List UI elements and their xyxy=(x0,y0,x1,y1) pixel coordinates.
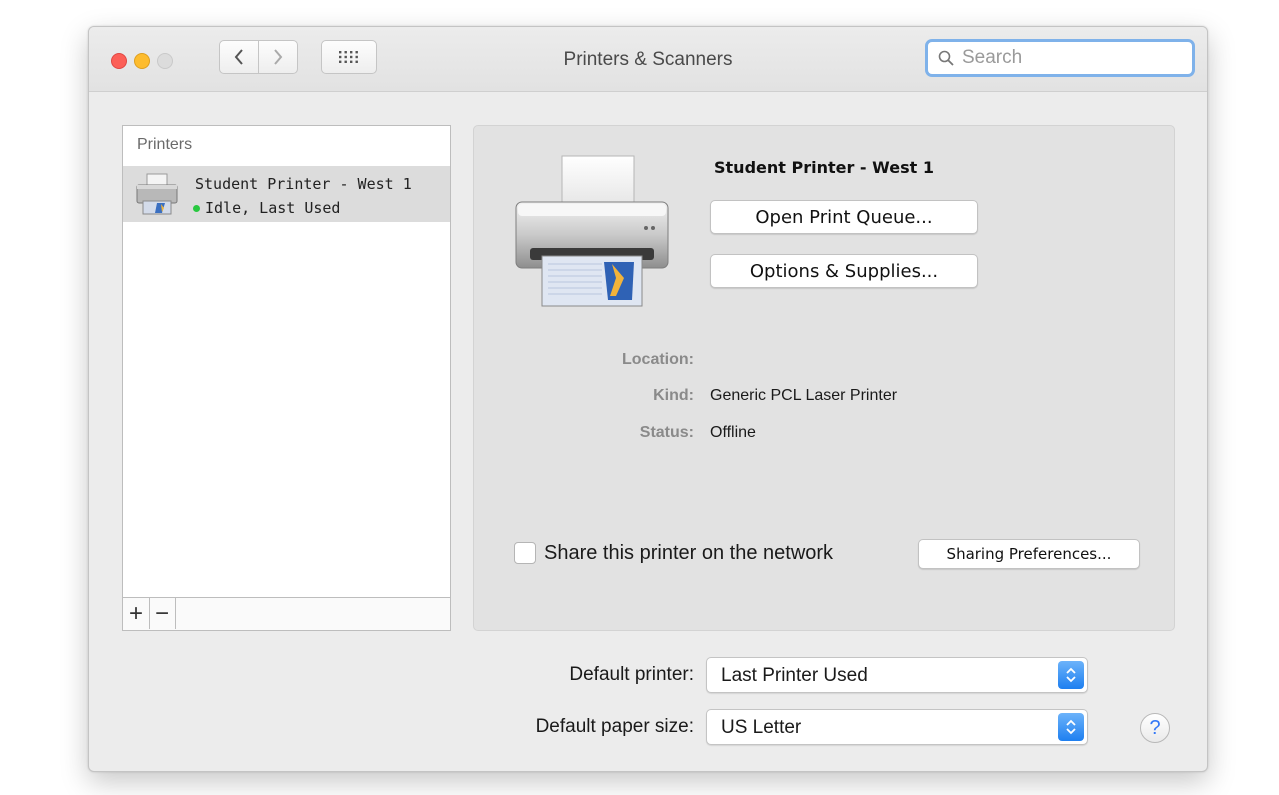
printers-list: Printers Student Printer - West 1 Idle, … xyxy=(122,125,451,631)
printer-list-item[interactable]: Student Printer - West 1 Idle, Last Used xyxy=(123,166,450,222)
search-icon xyxy=(938,50,954,66)
default-paper-size-popup[interactable]: US Letter xyxy=(706,709,1088,745)
search-input[interactable] xyxy=(960,46,1164,70)
default-printer-popup[interactable]: Last Printer Used xyxy=(706,657,1088,693)
printer-icon xyxy=(136,173,178,215)
location-label: Location: xyxy=(622,351,694,368)
open-print-queue-button[interactable]: Open Print Queue... xyxy=(710,200,978,234)
popup-stepper-icon xyxy=(1058,713,1084,741)
add-printer-button[interactable]: + xyxy=(123,598,150,629)
options-supplies-button[interactable]: Options & Supplies... xyxy=(710,254,978,288)
status-label: Status: xyxy=(639,424,694,441)
share-printer-checkbox[interactable] xyxy=(514,542,536,564)
help-button[interactable]: ? xyxy=(1140,713,1170,743)
popup-stepper-icon xyxy=(1058,661,1084,689)
default-printer-label: Default printer: xyxy=(569,664,694,685)
status-value: Offline xyxy=(710,424,756,441)
list-footer: + − xyxy=(123,597,450,630)
sharing-preferences-button[interactable]: Sharing Preferences... xyxy=(918,539,1140,569)
titlebar: Printers & Scanners xyxy=(89,27,1207,92)
preferences-window: Printers & Scanners Printers Student Pri… xyxy=(88,26,1208,772)
share-printer-label[interactable]: Share this printer on the network xyxy=(544,542,833,565)
default-paper-size-value: US Letter xyxy=(721,717,802,738)
status-dot-icon xyxy=(193,205,200,212)
printers-list-header: Printers xyxy=(137,136,193,153)
default-paper-size-label: Default paper size: xyxy=(535,716,694,737)
printer-detail-pane: Student Printer - West 1 Open Print Queu… xyxy=(473,125,1175,631)
kind-value: Generic PCL Laser Printer xyxy=(710,387,898,404)
remove-printer-button[interactable]: − xyxy=(149,598,176,629)
printer-icon xyxy=(515,155,669,307)
printer-title: Student Printer - West 1 xyxy=(714,158,934,177)
printer-name: Student Printer - West 1 xyxy=(195,175,412,193)
search-field[interactable] xyxy=(925,39,1195,77)
kind-label: Kind: xyxy=(653,387,694,404)
default-printer-value: Last Printer Used xyxy=(721,665,868,686)
printer-status: Idle, Last Used xyxy=(205,199,341,217)
